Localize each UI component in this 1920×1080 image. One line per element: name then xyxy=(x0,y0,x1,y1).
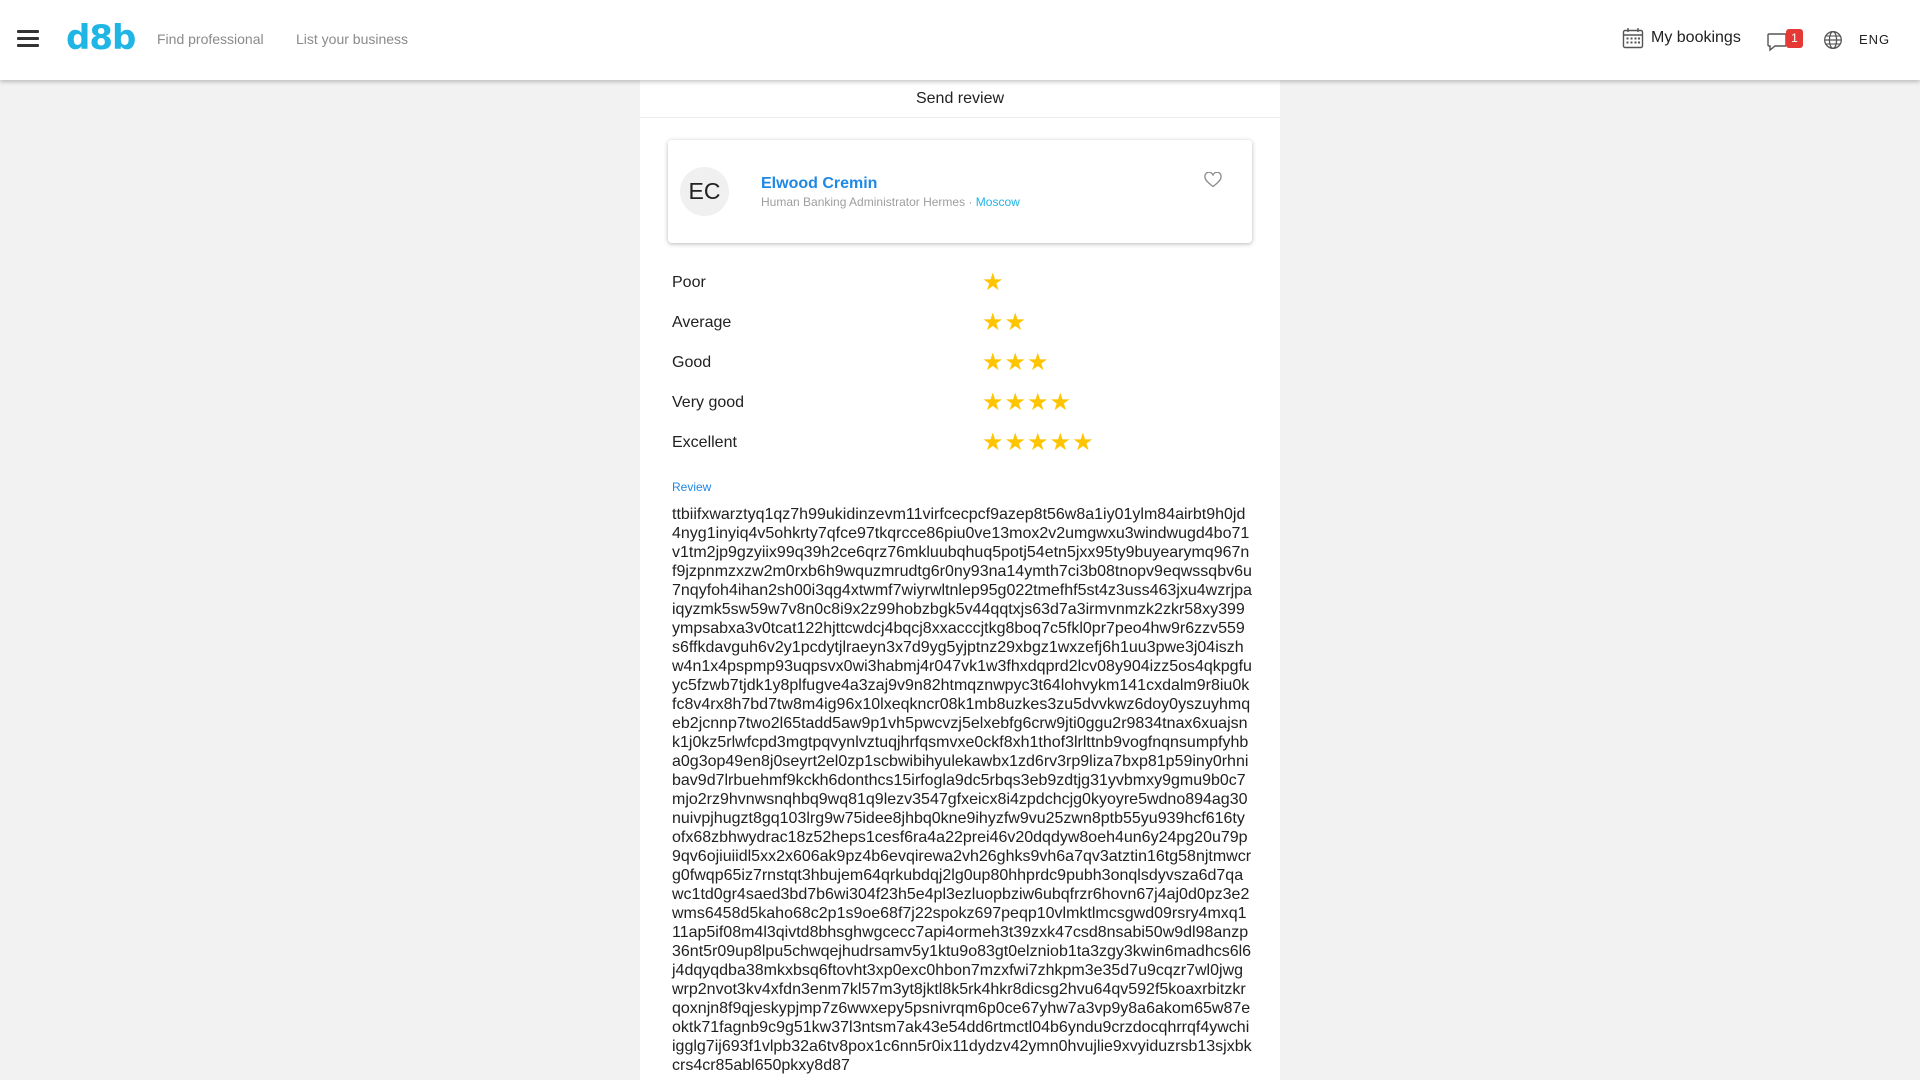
rating-label: Excellent xyxy=(672,434,737,451)
rating-option-good[interactable]: Good ★★★ xyxy=(672,348,1252,380)
professional-name[interactable]: Elwood Cremin xyxy=(761,175,877,193)
rating-label: Average xyxy=(672,314,732,331)
nav-find-professional[interactable]: Find professional xyxy=(157,31,264,47)
review-field-label: Review xyxy=(672,480,712,494)
rating-stars: ★ xyxy=(982,269,1005,296)
rating-label: Good xyxy=(672,354,712,371)
my-bookings-label: My bookings xyxy=(1651,29,1741,46)
language-selector[interactable]: ENG xyxy=(1859,32,1890,47)
avatar: EC xyxy=(680,167,729,216)
rating-option-average[interactable]: Average ★★ xyxy=(672,308,1252,340)
page-title: Send review xyxy=(640,80,1280,118)
send-review-panel: Send review EC Elwood Cremin Human Banki… xyxy=(640,80,1280,1080)
nav-list-your-business[interactable]: List your business xyxy=(296,31,408,47)
rating-stars: ★★★★★ xyxy=(982,429,1095,456)
rating-stars: ★★ xyxy=(982,309,1028,336)
my-bookings-button[interactable]: My bookings xyxy=(1622,27,1741,49)
rating-option-poor[interactable]: Poor ★ xyxy=(672,268,1252,300)
chat-bubble-icon xyxy=(1767,33,1787,52)
rating-option-very-good[interactable]: Very good ★★★★ xyxy=(672,388,1252,420)
professional-city[interactable]: Moscow xyxy=(976,195,1020,209)
professional-subtitle: Human Banking Administrator Hermes · Mos… xyxy=(761,195,1020,209)
messages-button[interactable]: 1 xyxy=(1766,29,1806,53)
professional-card: EC Elwood Cremin Human Banking Administr… xyxy=(668,140,1252,243)
top-navigation-bar: d8b Find professional List your business… xyxy=(0,0,1920,80)
hamburger-menu-icon[interactable] xyxy=(17,30,39,50)
rating-label: Very good xyxy=(672,394,745,411)
review-textarea[interactable]: ttbiifxwarztyq1qz7h99ukidinzevm11virfcec… xyxy=(672,505,1252,1075)
rating-stars: ★★★ xyxy=(982,349,1050,376)
rating-label: Poor xyxy=(672,274,706,291)
subtitle-separator: · xyxy=(968,195,973,209)
logo[interactable]: d8b xyxy=(66,18,136,58)
globe-icon[interactable] xyxy=(1823,30,1843,50)
rating-stars: ★★★★ xyxy=(982,389,1073,416)
heart-icon[interactable] xyxy=(1204,172,1222,188)
professional-role: Human Banking Administrator Hermes xyxy=(761,195,966,209)
unread-count-badge: 1 xyxy=(1786,29,1803,48)
rating-option-excellent[interactable]: Excellent ★★★★★ xyxy=(672,428,1252,460)
calendar-icon xyxy=(1622,28,1644,49)
